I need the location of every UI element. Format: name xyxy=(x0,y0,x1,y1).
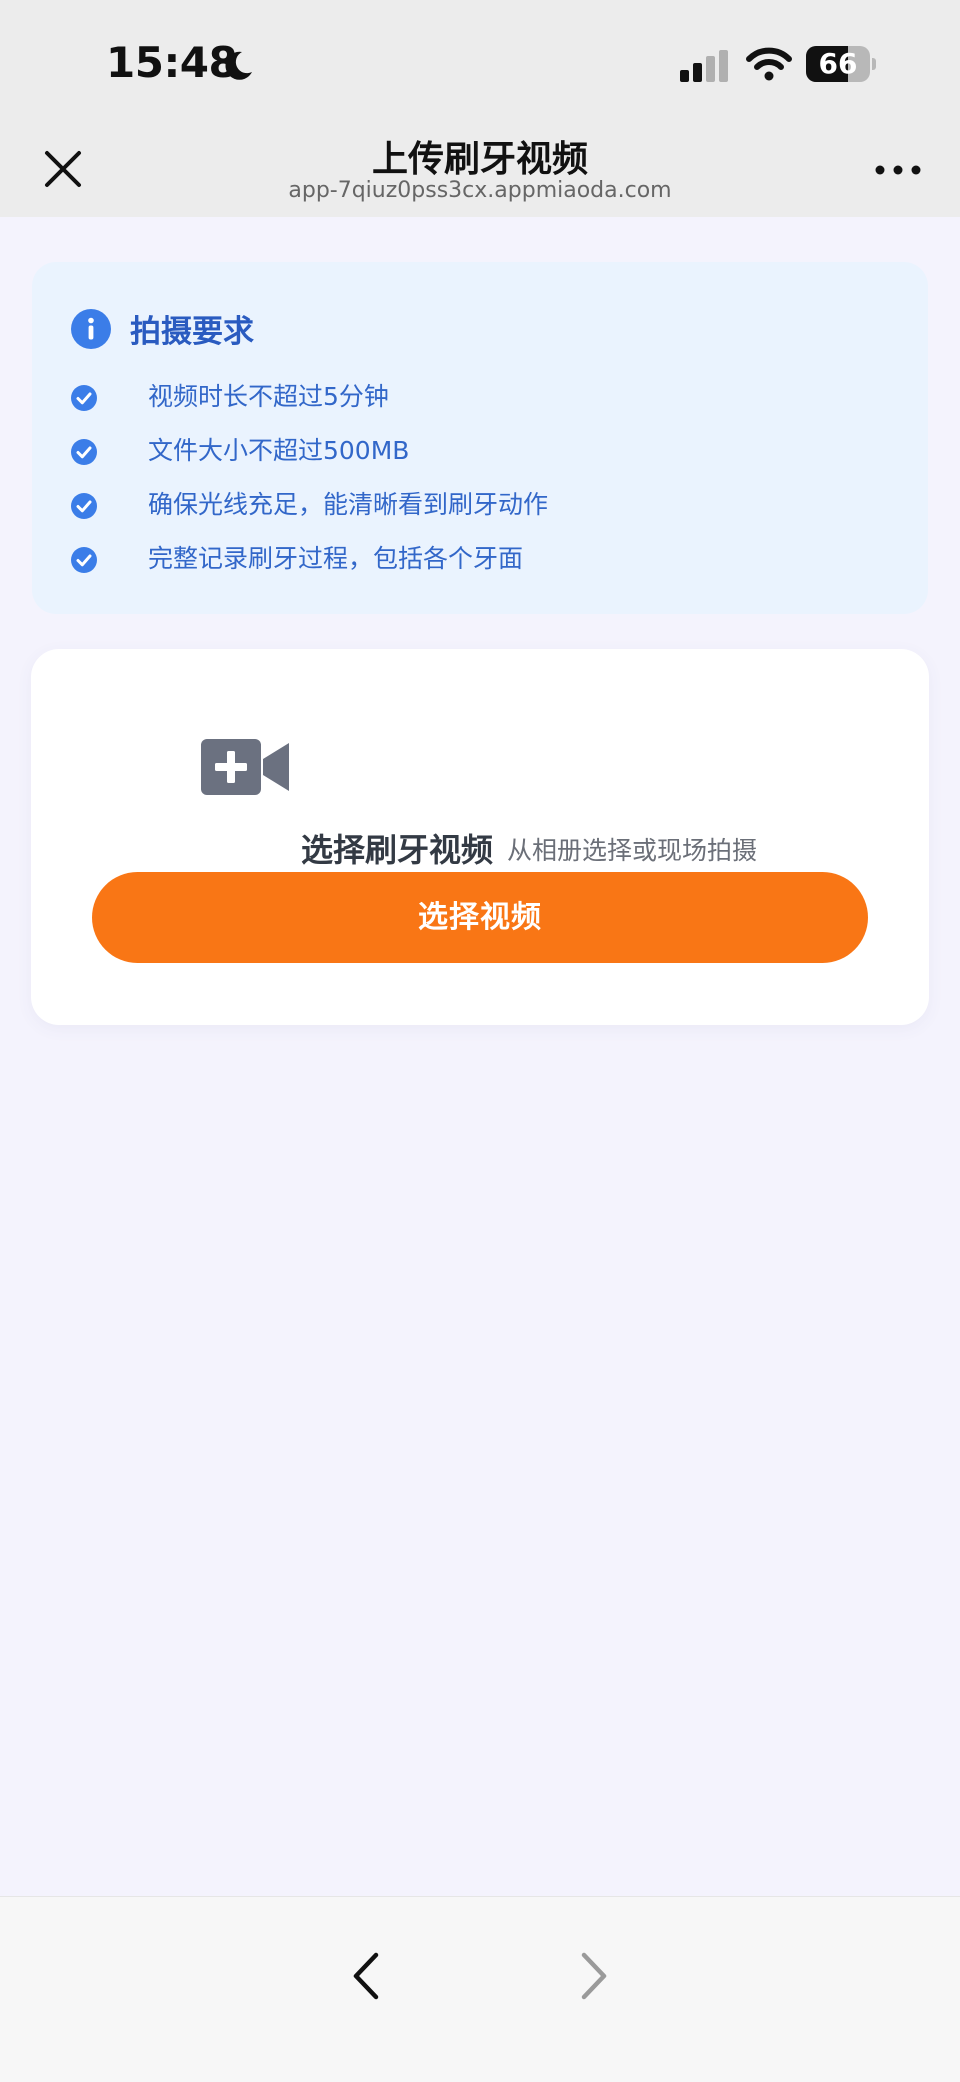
page-title: 上传刷牙视频 xyxy=(371,139,588,180)
wifi-icon xyxy=(746,47,792,81)
video-add-icon[interactable] xyxy=(201,737,291,797)
check-circle-icon xyxy=(71,439,97,465)
requirement-item: 文件大小不超过500MB xyxy=(70,431,910,471)
requirement-text: 文件大小不超过500MB xyxy=(148,436,410,465)
battery-tip xyxy=(872,58,876,70)
battery-body: 66 xyxy=(806,46,870,82)
info-icon xyxy=(71,309,111,349)
nav-bar: 上传刷牙视频 app-7qiuz0pss3cx.appmiaoda.com xyxy=(0,120,960,217)
more-icon[interactable] xyxy=(872,150,924,190)
check-circle-icon xyxy=(71,385,97,411)
signal-icon xyxy=(680,50,728,82)
chevron-left-icon[interactable] xyxy=(346,1949,386,2003)
select-video-title: 选择刷牙视频 xyxy=(301,831,494,869)
upload-card: 选择刷牙视频 从相册选择或现场拍摄 选择视频 xyxy=(31,649,929,1025)
check-circle-icon xyxy=(71,547,97,573)
battery-level: 66 xyxy=(818,47,858,80)
requirement-item: 确保光线充足，能清晰看到刷牙动作 xyxy=(70,485,910,525)
requirement-item: 完整记录刷牙过程，包括各个牙面 xyxy=(70,539,910,579)
requirement-text: 完整记录刷牙过程，包括各个牙面 xyxy=(148,544,524,573)
requirement-text: 视频时长不超过5分钟 xyxy=(148,382,389,411)
status-time: 15:48 xyxy=(106,38,238,87)
status-bar: 15:48 66 xyxy=(0,0,960,120)
requirement-item: 视频时长不超过5分钟 xyxy=(70,377,910,417)
requirement-text: 确保光线充足，能清晰看到刷牙动作 xyxy=(148,490,549,519)
check-circle-icon xyxy=(71,493,97,519)
chevron-right-icon[interactable] xyxy=(574,1949,614,2003)
requirements-title: 拍摄要求 xyxy=(130,314,254,350)
select-video-button[interactable]: 选择视频 xyxy=(92,872,868,963)
requirements-card: 拍摄要求 视频时长不超过5分钟 文件大小不超过500MB 确保光线充足，能清晰看… xyxy=(32,262,928,614)
battery-icon: 66 xyxy=(806,46,876,82)
select-video-subtitle: 从相册选择或现场拍摄 xyxy=(507,836,758,865)
page-url: app-7qiuz0pss3cx.appmiaoda.com xyxy=(288,178,672,203)
bottom-toolbar xyxy=(0,1896,960,2082)
moon-icon xyxy=(225,51,252,80)
